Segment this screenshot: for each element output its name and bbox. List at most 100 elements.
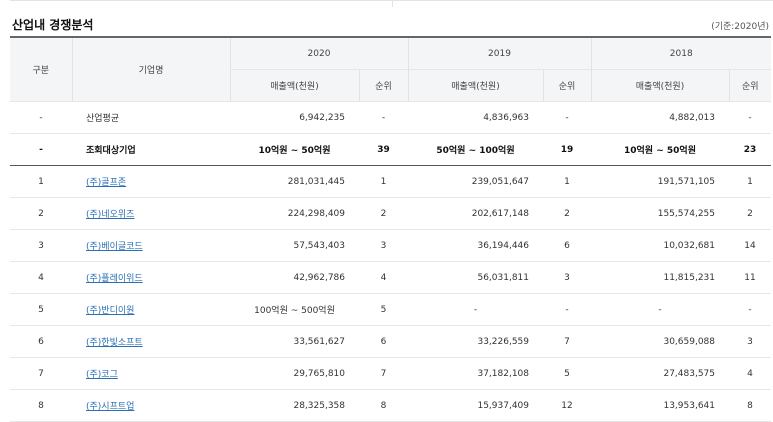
sales-2018-cell: - (591, 293, 729, 326)
rank-2018-cell: - (729, 101, 771, 134)
table-row: 5 (주)반디이원 100억원 ~ 500억원 5 - - - - (10, 293, 771, 326)
sales-2019-cell: 50억원 ~ 100억원 (408, 133, 543, 166)
rank-2019-cell: 1 (543, 165, 591, 198)
rank-2019: 12 (561, 400, 573, 411)
rank-2020-cell: 5 (359, 293, 408, 326)
rank-2019: - (565, 304, 569, 315)
rank-2018-cell: 1 (729, 165, 771, 198)
header-year-2020: 2020 (229, 36, 408, 70)
group-cell: 4 (10, 261, 72, 294)
header-group: 구분 (10, 36, 72, 102)
sales-2019-cell: 15,937,409 (408, 389, 543, 422)
sales-2019-cell: 33,226,559 (408, 325, 543, 358)
header-rank: 순위 (358, 69, 408, 102)
company-cell[interactable]: (주)플레이위드 (72, 261, 230, 294)
sales-2019: - (473, 304, 478, 315)
rank-2018-cell: 11 (729, 261, 771, 294)
rank-2019: 6 (564, 240, 570, 251)
company-link[interactable]: (주)네오위즈 (86, 210, 134, 220)
company-link[interactable]: (주)베이글코드 (86, 242, 143, 252)
summary-row: - 산업평균 6,942,235 - 4,836,963 - 4,882,013 - (10, 101, 771, 134)
row-group: 8 (38, 400, 44, 411)
row-group: 2 (38, 208, 44, 219)
sales-2018: 4,882,013 (669, 112, 715, 123)
rank-2020-cell: - (359, 101, 408, 134)
rank-2018: 3 (747, 336, 753, 347)
company-link[interactable]: (주)한빛소프트 (86, 338, 143, 348)
table-row: 8 (주)시프트업 28,325,358 8 15,937,409 12 13,953,64… (10, 389, 771, 422)
rank-2020: 1 (380, 176, 387, 187)
company-link[interactable]: (주)골프존 (86, 178, 126, 188)
rank-2020-cell: 4 (359, 261, 408, 294)
row-group: 7 (38, 368, 44, 379)
company-cell[interactable]: (주)코그 (72, 357, 230, 390)
sales-2020-cell: 28,325,358 (230, 389, 359, 422)
table-row: 2 (주)네오위즈 224,298,409 2 202,617,148 2 155,574,… (10, 197, 771, 230)
header-sales: 매출액(천원) (590, 69, 729, 102)
rank-2019: - (565, 112, 569, 123)
company-link[interactable]: (주)시프트업 (86, 402, 134, 412)
sales-2019-cell: - (408, 293, 543, 326)
rank-2018-cell: 23 (729, 133, 771, 166)
rank-2019: 2 (564, 208, 570, 219)
sales-2019-cell: 37,182,108 (408, 357, 543, 390)
rank-2020-cell: 3 (359, 229, 408, 262)
rank-2018: - (748, 304, 752, 315)
sales-2019: 4,836,963 (483, 112, 529, 123)
group-cell: - (10, 101, 72, 134)
rank-2019-cell: 12 (543, 389, 591, 422)
row-group: - (39, 112, 43, 123)
sales-2018: 13,953,641 (663, 400, 715, 411)
sales-2019: 33,226,559 (477, 336, 529, 347)
table-row: 3 (주)베이글코드 57,543,403 3 36,194,446 6 10,032,68… (10, 229, 771, 262)
sales-2019-cell: 202,617,148 (408, 197, 543, 230)
company-cell[interactable]: (주)베이글코드 (72, 229, 230, 262)
sales-2020: 33,561,627 (293, 336, 345, 347)
sales-2019: 15,937,409 (477, 400, 529, 411)
rank-2018-cell: 2 (729, 197, 771, 230)
rank-2018: 8 (747, 400, 753, 411)
header-year-2019: 2019 (407, 36, 591, 70)
company-cell[interactable]: (주)시프트업 (72, 389, 230, 422)
rank-2018: 23 (743, 144, 757, 155)
sales-2019-cell: 239,051,647 (408, 165, 543, 198)
sales-2018: 155,574,255 (657, 208, 715, 219)
company-link[interactable]: (주)코그 (86, 370, 118, 380)
rank-2019: 5 (564, 368, 570, 379)
company-cell[interactable]: (주)골프존 (72, 165, 230, 198)
sales-2018: 191,571,105 (657, 176, 715, 187)
table-row: 6 (주)한빛소프트 33,561,627 6 33,226,559 7 30,659,08… (10, 325, 771, 358)
rank-2018-cell: 8 (729, 389, 771, 422)
company-link[interactable]: (주)플레이위드 (86, 274, 143, 284)
sales-2020: 57,543,403 (293, 240, 345, 251)
rank-2018: 2 (747, 208, 753, 219)
sales-2018: 11,815,231 (663, 272, 715, 283)
sales-2018-cell: 191,571,105 (591, 165, 729, 198)
company-cell[interactable]: (주)반디이원 (72, 293, 230, 326)
sales-2020: 28,325,358 (293, 400, 345, 411)
sales-2020-cell: 33,561,627 (230, 325, 359, 358)
rank-2019: 7 (564, 336, 570, 347)
row-group: 3 (38, 240, 44, 251)
rank-2018: 4 (747, 368, 753, 379)
company-cell[interactable]: (주)한빛소프트 (72, 325, 230, 358)
company-link[interactable]: (주)반디이원 (86, 306, 134, 316)
row-group: 6 (38, 336, 44, 347)
rank-2019-cell: - (543, 293, 591, 326)
sales-2020: 281,031,445 (287, 176, 345, 187)
company-cell[interactable]: (주)네오위즈 (72, 197, 230, 230)
sales-2018-cell: 27,483,575 (591, 357, 729, 390)
competition-table: 구분 기업명 2020 2019 2018 매출액(천원) 순위 매출액(천원)… (10, 36, 771, 422)
header-rank: 순위 (728, 69, 771, 102)
rank-2019-cell: 5 (543, 357, 591, 390)
rank-2020: - (381, 112, 386, 123)
sales-2020: 10억원 ~ 50억원 (258, 146, 331, 156)
top-divider (10, 0, 773, 7)
group-cell: 5 (10, 293, 72, 326)
group-cell: 6 (10, 325, 72, 358)
company-cell: 조회대상기업 (72, 133, 230, 166)
rank-2019-cell: 19 (543, 133, 591, 166)
sales-2019: 202,617,148 (471, 208, 529, 219)
row-group: 1 (38, 176, 44, 187)
sales-2019: 37,182,108 (477, 368, 529, 379)
